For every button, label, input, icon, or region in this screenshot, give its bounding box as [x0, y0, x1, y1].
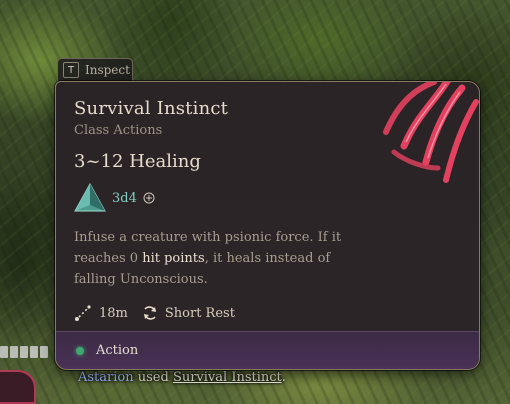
inspect-key: T: [63, 62, 79, 78]
healing-amount: 3~12 Healing: [74, 151, 201, 172]
chat-actor[interactable]: Astarion: [78, 370, 134, 385]
action-dot-icon: [76, 346, 84, 355]
sword-icon: [143, 192, 155, 204]
inspect-label: Inspect: [85, 63, 130, 77]
ability-tooltip: Survival Instinct Class Actions 3~12 Hea…: [55, 81, 480, 370]
action-cost-label: Action: [96, 343, 139, 358]
range-value: 18m: [99, 305, 128, 321]
chat-end: .: [281, 370, 286, 385]
ability-category: Class Actions: [74, 123, 163, 138]
chat-log-line: Astarion used Survival Instinct.: [78, 370, 286, 385]
dice-value: 3d4: [112, 190, 137, 206]
range-icon: [75, 305, 91, 321]
chat-ability-link[interactable]: Survival Instinct: [173, 370, 282, 385]
ability-stats: 18m Short Rest: [74, 304, 235, 322]
character-portrait[interactable]: [0, 370, 36, 404]
d4-die-icon: [74, 183, 106, 212]
range-stat: 18m: [74, 304, 128, 322]
short-rest-icon: [143, 306, 156, 320]
hit-points-keyword[interactable]: hit points: [142, 251, 204, 266]
action-cost-footer: Action: [56, 331, 479, 369]
inspect-hint[interactable]: T Inspect: [57, 58, 133, 81]
ability-description: Infuse a creature with psionic force. If…: [74, 227, 374, 290]
recharge-value: Short Rest: [164, 305, 235, 321]
recharge-stat: Short Rest: [142, 305, 235, 321]
claw-emblem-icon: [383, 82, 479, 183]
status-icons: [0, 346, 60, 360]
chat-verb: used: [133, 370, 173, 385]
ability-title: Survival Instinct: [74, 98, 229, 119]
dice-row: 3d4: [74, 183, 155, 213]
